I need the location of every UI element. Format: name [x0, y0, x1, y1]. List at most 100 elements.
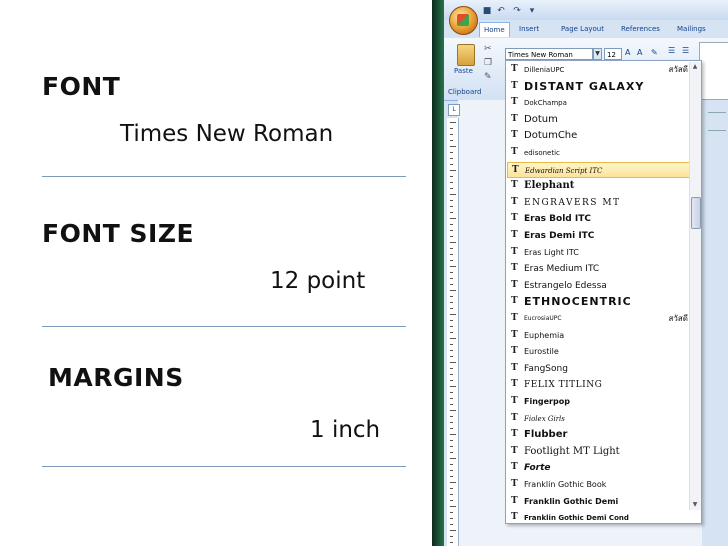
font-list-item[interactable]: T Eras Demi ITC	[507, 228, 690, 245]
truetype-icon: T	[511, 396, 518, 406]
ruler-tick	[450, 494, 453, 495]
ruler-tick	[450, 248, 453, 249]
tab-home[interactable]: Home	[479, 22, 510, 37]
scroll-up-arrow[interactable]: ▲	[691, 63, 699, 71]
truetype-icon: T	[511, 130, 518, 141]
ruler-tick	[450, 290, 456, 291]
truetype-icon: T	[511, 362, 518, 373]
divider-line	[42, 326, 406, 327]
font-list-item[interactable]: T Eras Medium ITC	[507, 261, 690, 278]
truetype-icon: T	[511, 462, 518, 473]
customize-toolbar-icon[interactable]: ▾	[527, 6, 537, 16]
ruler-tick	[450, 428, 453, 429]
font-list-item[interactable]: T Eurostile	[507, 344, 690, 361]
ruler-tick	[450, 482, 456, 483]
paste-label[interactable]: Paste	[454, 67, 473, 75]
font-dropdown-list[interactable]: T Franklin Gothic Demi Cond T Franklin Goth…	[505, 60, 702, 524]
ruler-tick	[450, 476, 453, 477]
font-list-item[interactable]: T Fingerpop	[507, 394, 690, 411]
grow-font-icon[interactable]: A	[625, 48, 630, 57]
font-list-item[interactable]: T Eras Light ITC	[507, 245, 690, 262]
dropdown-scrollbar-track[interactable]	[689, 62, 701, 510]
ruler-tick	[450, 128, 453, 129]
tab-references[interactable]: References	[617, 22, 664, 36]
font-list-item[interactable]: Tedisonetic	[507, 145, 690, 162]
font-list-item[interactable]: T EucrosiaUPC สวัสดี	[507, 311, 690, 328]
tab-page-layout[interactable]: Page Layout	[557, 22, 608, 36]
font-list-item[interactable]: T DilleniaUPC สวัสดี	[507, 62, 690, 79]
ruler-tick	[450, 308, 453, 309]
font-list-item[interactable]: T ENGRAVERS MT	[507, 195, 690, 212]
dropdown-scrollbar-thumb[interactable]	[691, 197, 701, 229]
office-button[interactable]	[449, 6, 478, 35]
font-name-label: EucrosiaUPC	[524, 315, 562, 322]
font-name-label: Dotum	[524, 113, 558, 125]
tab-mailings[interactable]: Mailings	[673, 22, 710, 36]
font-list-item[interactable]: T Franklin Gothic Demi	[507, 494, 690, 511]
bullets-icon[interactable]: ☰	[668, 46, 675, 55]
font-list-item[interactable]: T Elephant	[507, 178, 690, 195]
truetype-icon: T	[511, 230, 518, 240]
font-dropdown-arrow[interactable]: ▼	[593, 48, 602, 60]
tab-insert[interactable]: Insert	[515, 22, 543, 36]
font-list-item[interactable]: T Forte	[507, 460, 690, 477]
font-list-item[interactable]: T Franklin Gothic Book	[507, 477, 690, 494]
redo-icon[interactable]: ↷	[512, 6, 522, 16]
font-list-item[interactable]: T Euphemia	[507, 328, 690, 345]
ruler-tick	[450, 524, 453, 525]
cut-icon[interactable]: ✂	[484, 44, 492, 54]
numbering-icon[interactable]: ☰	[682, 46, 689, 55]
font-name-box[interactable]: Times New Roman	[505, 48, 593, 60]
ruler-tick	[450, 338, 456, 339]
ruler-tick	[450, 284, 453, 285]
save-icon[interactable]: ■	[482, 6, 492, 16]
clipboard-group-label: Clipboard	[448, 88, 482, 96]
ruler-tick	[450, 182, 453, 183]
copy-icon[interactable]: ❐	[484, 58, 492, 68]
ruler-tick	[450, 302, 453, 303]
ruler-tick	[450, 260, 453, 261]
ruler-tick	[450, 194, 456, 195]
font-list-item[interactable]: T Footlight MT Light	[507, 444, 690, 461]
ruler-tick	[450, 422, 453, 423]
ruler-tick	[450, 440, 453, 441]
font-list-item[interactable]: T FangSong	[507, 361, 690, 378]
clear-format-icon[interactable]: ✎	[651, 48, 658, 57]
font-name-label: Eras Demi ITC	[524, 231, 595, 241]
ruler-tick	[450, 500, 453, 501]
font-name-label: ENGRAVERS MT	[524, 197, 621, 208]
shrink-font-icon[interactable]: A	[637, 48, 642, 57]
font-list-item[interactable]: T DISTANT GALAXY	[507, 79, 690, 96]
ruler-tick	[450, 272, 453, 273]
resize-grip[interactable]: ⋯	[592, 513, 616, 519]
font-list-item[interactable]: T Edwardian Script ITC	[507, 161, 690, 179]
font-name-label: Estrangelo Edessa	[524, 280, 607, 291]
truetype-icon: T	[511, 313, 518, 323]
vertical-ruler[interactable]	[447, 118, 459, 546]
ruler-tick	[450, 410, 456, 411]
paste-icon[interactable]	[457, 44, 475, 66]
scroll-down-arrow[interactable]: ▼	[691, 501, 699, 509]
font-list-item[interactable]: T Flubber	[507, 427, 690, 444]
styles-gallery[interactable]	[699, 42, 728, 100]
ruler-tick	[450, 344, 453, 345]
font-list-item[interactable]: T Eras Bold ITC	[507, 211, 690, 228]
font-list-item[interactable]: T Fiolex Girls	[507, 411, 690, 428]
ruler-tick	[450, 254, 453, 255]
font-list-item[interactable]: T DokChampa	[507, 95, 690, 112]
ruler-tick	[450, 188, 453, 189]
script-sample-label: สวัสดี	[668, 314, 688, 323]
undo-icon[interactable]: ↶	[496, 6, 506, 16]
font-name-label: DotumChe	[524, 130, 578, 142]
font-list-item[interactable]: T DotumChe	[507, 128, 690, 145]
font-name-label: DokChampa	[524, 99, 567, 108]
font-list-item[interactable]: T FELIX TITLING	[507, 377, 690, 394]
ruler-tick	[450, 314, 456, 315]
tab-selector-button[interactable]: L	[448, 104, 460, 116]
font-list-item[interactable]: T Estrangelo Edessa	[507, 278, 690, 295]
font-size-box[interactable]: 12	[604, 48, 622, 60]
ruler-tick	[450, 356, 453, 357]
font-list-item[interactable]: T ETHNOCENTRIC	[507, 294, 690, 311]
font-list-item[interactable]: T Dotum	[507, 112, 690, 129]
format-painter-icon[interactable]: ✎	[484, 72, 492, 82]
